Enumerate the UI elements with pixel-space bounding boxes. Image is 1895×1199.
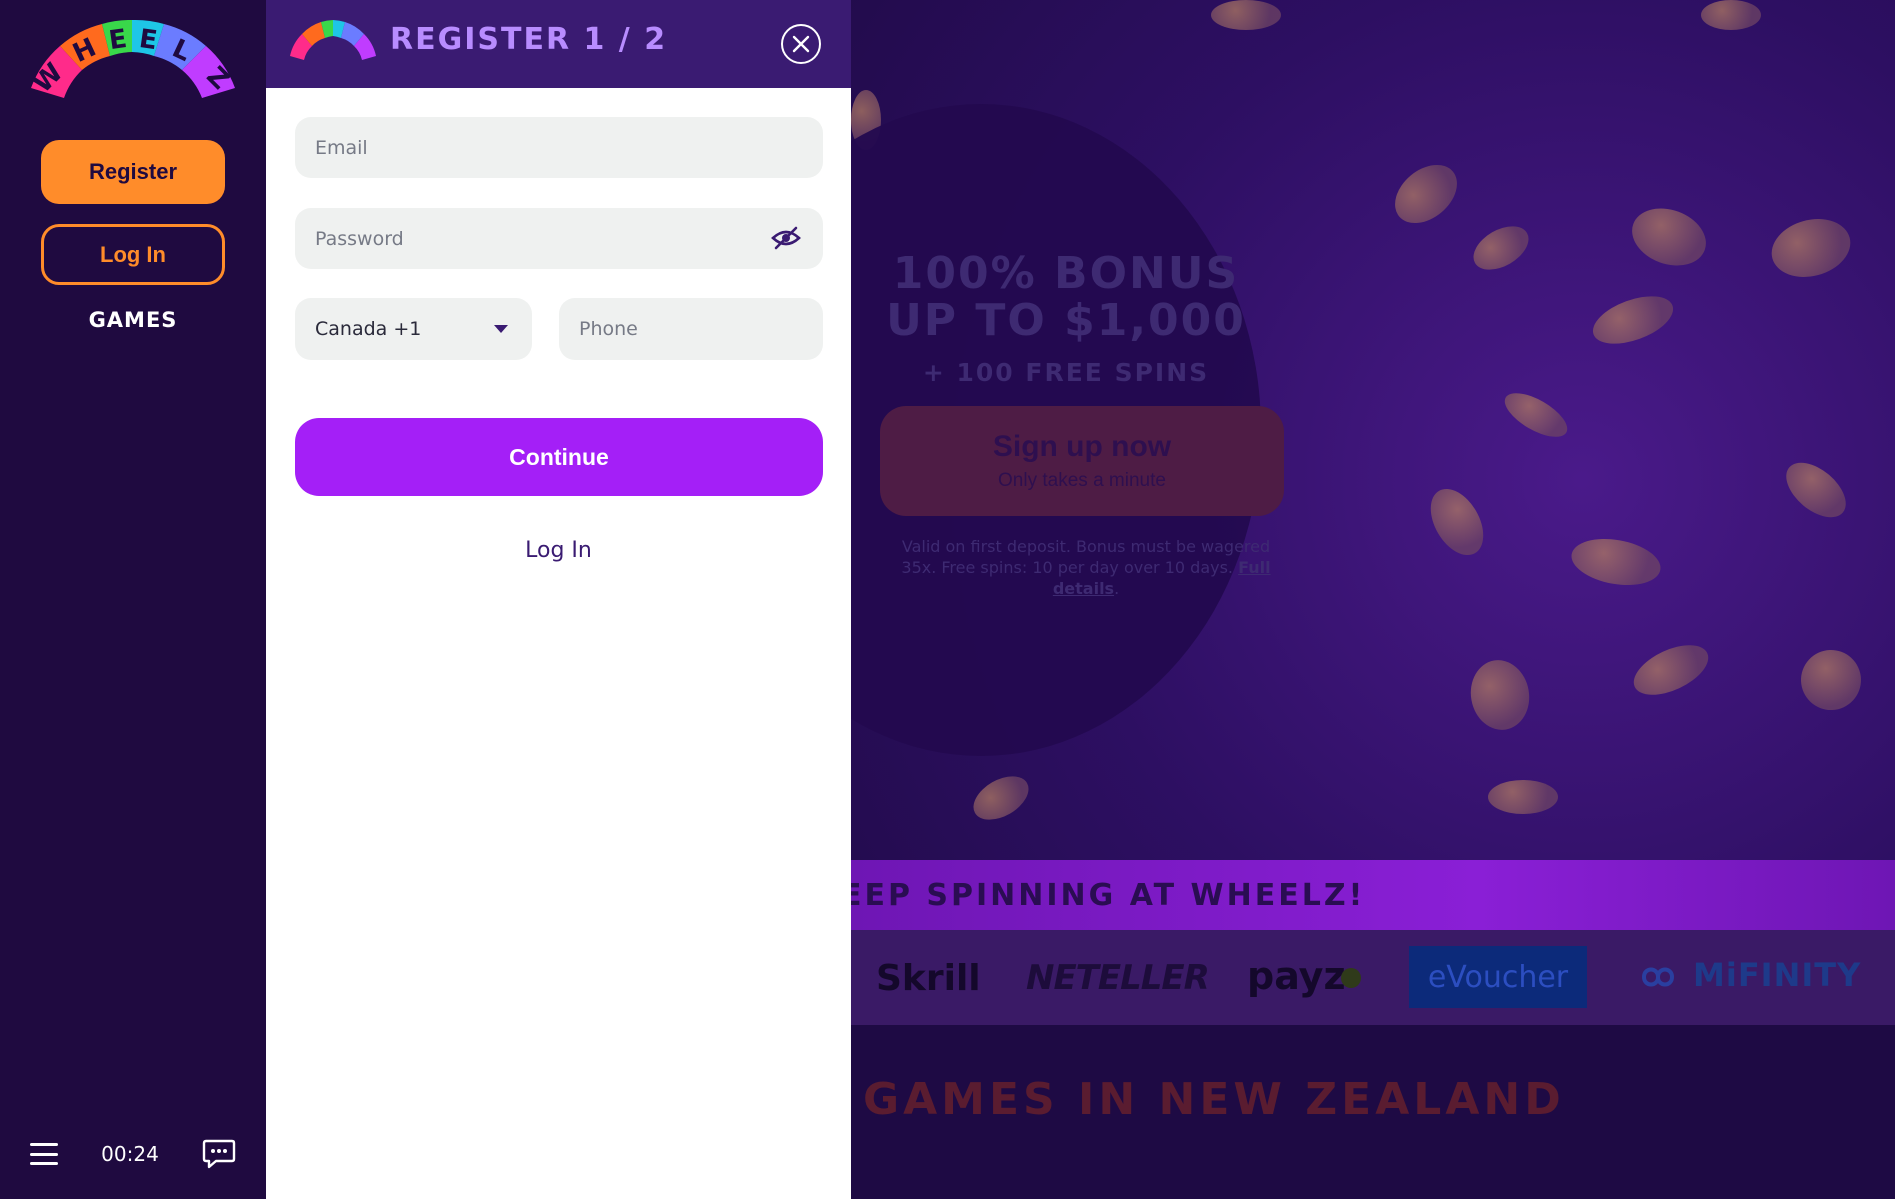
evoucher-logo: eVoucher [1409, 946, 1587, 1008]
nav-games[interactable]: GAMES [0, 308, 266, 332]
coin-decoration [1465, 655, 1535, 735]
sidebar-footer: 00:24 [0, 1109, 266, 1199]
close-button[interactable] [781, 24, 821, 64]
chevron-down-icon [494, 325, 508, 333]
promo-band: EEP SPINNING AT WHEELZ! [851, 860, 1895, 930]
coin-decoration [1498, 384, 1574, 446]
promo-terms: Valid on first deposit. Bonus must be wa… [901, 537, 1271, 598]
eye-slash-icon[interactable] [770, 224, 802, 252]
coin-decoration [1488, 780, 1558, 814]
skrill-logo: Skrill [876, 958, 981, 999]
coin-decoration [1586, 286, 1680, 354]
sidebar: W H E E L Z Register Log In GAMES 00:24 [0, 0, 266, 1199]
menu-icon[interactable] [30, 1143, 58, 1165]
coin-decoration [1792, 641, 1870, 719]
promo-headline-line1: 100% BONUS [892, 248, 1240, 299]
register-header: REGISTER 1 / 2 [266, 0, 851, 88]
signup-button[interactable]: Sign up now Only takes a minute [880, 406, 1284, 516]
country-code-value: Canada +1 [315, 318, 422, 340]
promo-headline-line2: UP TO $1,000 [886, 295, 1246, 346]
signup-sublabel: Only takes a minute [998, 470, 1166, 491]
session-clock: 00:24 [101, 1142, 159, 1166]
payment-methods: Skrill NETELLER payz eVoucher MiFINITY [851, 930, 1895, 1025]
coin-decoration [1626, 634, 1716, 706]
coin-decoration [966, 767, 1036, 829]
coin-decoration [1383, 153, 1469, 235]
register-title: REGISTER 1 / 2 [390, 22, 668, 57]
coin-decoration [1466, 217, 1536, 279]
wheelz-mini-logo [290, 20, 376, 60]
country-code-select[interactable]: Canada +1 [295, 298, 532, 360]
coin-decoration [1419, 479, 1495, 565]
continue-button[interactable]: Continue [295, 418, 823, 496]
coin-decoration [1624, 198, 1714, 276]
mifinity-logo: MiFINITY [1693, 956, 1862, 994]
neteller-logo: NETELLER [1026, 958, 1210, 998]
phone-field[interactable] [559, 298, 823, 360]
login-button[interactable]: Log In [41, 224, 225, 285]
chat-icon[interactable] [202, 1138, 236, 1170]
coin-decoration [1765, 210, 1857, 286]
signup-label: Sign up now [992, 430, 1172, 463]
band-text: EEP SPINNING AT WHEELZ! [851, 877, 1366, 913]
close-icon [792, 35, 810, 53]
coin-decoration [1776, 452, 1856, 528]
payz-dot [1341, 968, 1361, 988]
background-page: 100% BONUS UP TO $1,000 + 100 FREE SPINS… [851, 0, 1895, 1199]
login-link[interactable]: Log In [266, 538, 851, 563]
coin-decoration [1567, 532, 1665, 592]
email-field[interactable] [295, 117, 823, 178]
promo-subline: + 100 FREE SPINS [922, 358, 1210, 387]
mifinity-infinity-icon [1641, 967, 1675, 987]
register-button[interactable]: Register [41, 140, 225, 204]
terms-text: Valid on first deposit. Bonus must be wa… [901, 537, 1271, 577]
wheelz-logo[interactable]: W H E E L Z [26, 18, 240, 110]
games-heading: GAMES IN NEW ZEALAND [863, 1074, 1565, 1125]
payz-logo: payz [1247, 954, 1346, 998]
register-panel: REGISTER 1 / 2 Canada +1 Continue Log In [266, 0, 851, 1199]
coin-decoration [1211, 0, 1281, 30]
promo-headline: 100% BONUS UP TO $1,000 [866, 250, 1266, 344]
password-field[interactable] [295, 208, 823, 269]
coin-decoration [1701, 0, 1761, 30]
